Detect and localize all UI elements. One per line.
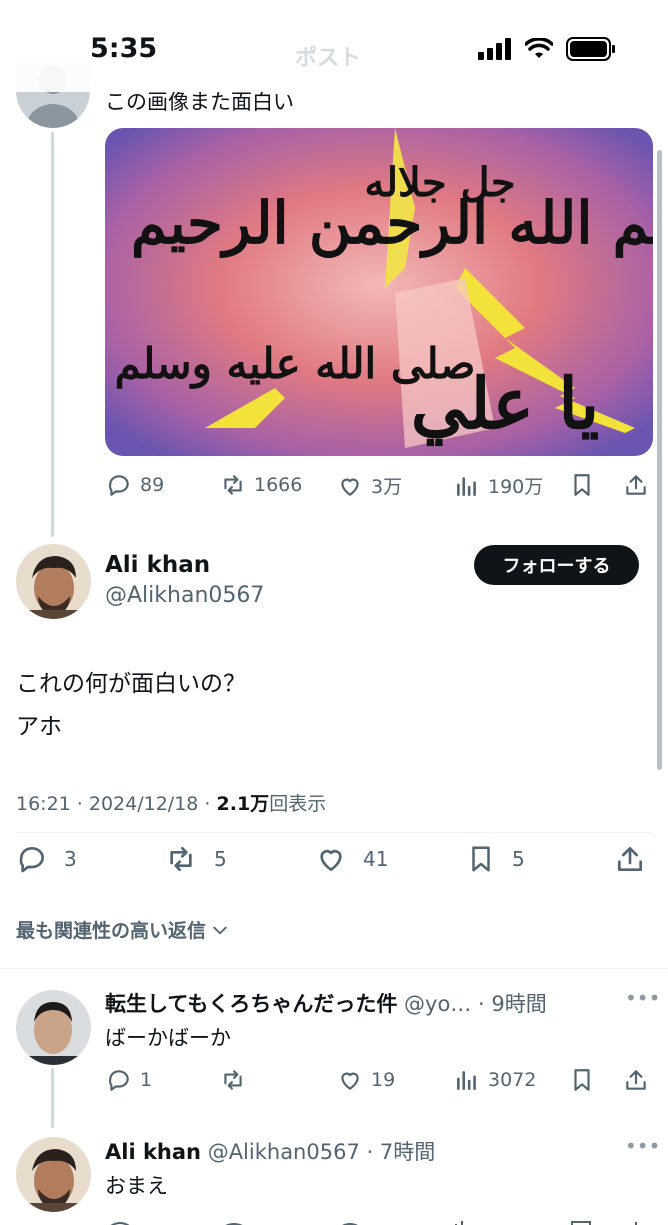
calligraphy-image: بسم الله الرحمن الرحيم جل جلاله صلى الله… xyxy=(105,128,653,456)
replies-sort-dropdown[interactable]: 最も関連性の高い返信 xyxy=(16,916,230,943)
reply1-author-name[interactable]: 転生してもくろちゃんだった件 xyxy=(105,992,397,1016)
parent-like-count: 3万 xyxy=(371,476,403,498)
main-share-action[interactable] xyxy=(614,843,646,875)
post-views-count: 2.1万 xyxy=(216,793,270,815)
reply1-views-count: 3072 xyxy=(488,1069,537,1091)
post-meta: 16:21 · 2024/12/18 · 2.1万回表示 xyxy=(16,789,326,816)
main-bookmark-count: 5 xyxy=(512,847,525,871)
parent-bookmark-action[interactable] xyxy=(569,472,595,498)
reply1-share-action[interactable] xyxy=(623,1067,649,1093)
bookmark-icon xyxy=(574,1069,590,1091)
avatar-photo xyxy=(16,990,91,1065)
follow-button[interactable]: フォローする xyxy=(474,545,639,585)
main-reply-action[interactable]: 3 xyxy=(16,843,77,875)
parent-views-count: 190万 xyxy=(488,476,544,498)
image-text-2: جل جلاله xyxy=(364,159,515,206)
scrollbar[interactable] xyxy=(657,150,662,770)
main-author-handle[interactable]: @Alikhan0567 xyxy=(105,583,264,608)
reply2-text: おまえ xyxy=(105,1174,168,1198)
main-author-avatar[interactable] xyxy=(16,544,91,619)
reply-icon xyxy=(108,475,129,496)
like-icon xyxy=(341,1072,359,1090)
main-repost-count: 5 xyxy=(214,847,227,871)
status-time: 5:35 xyxy=(90,33,158,64)
parent-share-action[interactable] xyxy=(623,472,649,498)
header-title: ポスト xyxy=(295,46,362,71)
share-icon xyxy=(618,847,642,871)
reply1-more-icon[interactable]: ••• xyxy=(625,986,660,1010)
reply2-time[interactable]: · 7時間 xyxy=(367,1140,436,1164)
share-icon xyxy=(626,1070,646,1090)
reply1-header: 転生してもくろちゃんだった件 @yo… · 9時間 xyxy=(105,988,547,1018)
avatar-photo xyxy=(16,1137,91,1212)
reply2-more-icon[interactable]: ••• xyxy=(625,1134,660,1158)
status-bar: 5:35 ポスト xyxy=(0,0,668,92)
signal-icon xyxy=(478,38,511,60)
wifi-icon xyxy=(525,38,553,58)
avatar-photo xyxy=(16,544,91,619)
reply1-avatar[interactable] xyxy=(16,990,91,1065)
repost-icon xyxy=(224,475,242,495)
main-like-action[interactable]: 41 xyxy=(315,843,388,875)
parent-views-action[interactable]: 190万 xyxy=(454,472,543,499)
reply-icon xyxy=(19,847,44,873)
reply1-time[interactable]: · 9時間 xyxy=(478,992,547,1016)
image-text-4: يا علي xyxy=(411,362,599,447)
reply1-repost-action[interactable] xyxy=(220,1067,254,1093)
main-author-name[interactable]: Ali khan xyxy=(105,552,210,578)
reply2-author-name[interactable]: Ali khan xyxy=(105,1140,201,1164)
chevron-down-icon xyxy=(213,926,227,934)
post-views-label: 回表示 xyxy=(269,793,327,815)
reply2-actions-partial xyxy=(0,1214,668,1225)
battery-icon xyxy=(566,37,615,61)
views-icon xyxy=(457,1071,476,1090)
share-icon xyxy=(626,475,646,495)
reply1-reply-count: 1 xyxy=(140,1069,153,1091)
bookmark-icon xyxy=(472,846,490,872)
main-post-text-line2: アホ xyxy=(16,714,62,740)
bookmark-icon xyxy=(574,474,590,496)
parent-reply-action[interactable]: 89 xyxy=(106,472,164,498)
replies-sort-label: 最も関連性の高い返信 xyxy=(16,920,207,942)
reply1-like-action[interactable]: 19 xyxy=(337,1067,395,1093)
parent-reply-count: 89 xyxy=(140,474,165,496)
reply2-header: Ali khan @Alikhan0567 · 7時間 xyxy=(105,1136,435,1166)
post-timestamp[interactable]: 16:21 · 2024/12/18 · xyxy=(16,793,217,815)
parent-repost-count: 1666 xyxy=(254,474,303,496)
parent-repost-action[interactable]: 1666 xyxy=(220,472,302,498)
divider xyxy=(0,968,668,969)
post-image[interactable]: بسم الله الرحمن الرحيم جل جلاله صلى الله… xyxy=(105,128,653,456)
thread-line xyxy=(51,1068,54,1128)
like-icon xyxy=(341,478,359,496)
reply1-reply-action[interactable]: 1 xyxy=(106,1067,152,1093)
reply-icon xyxy=(108,1070,129,1091)
views-icon xyxy=(457,476,476,496)
parent-like-action[interactable]: 3万 xyxy=(337,472,402,499)
reply2-handle[interactable]: @Alikhan0567 xyxy=(208,1140,360,1164)
reply1-views-action[interactable]: 3072 xyxy=(454,1067,536,1093)
main-reply-count: 3 xyxy=(64,847,77,871)
reply1-like-count: 19 xyxy=(371,1069,396,1091)
partial-icons xyxy=(110,1221,637,1225)
reply2-avatar[interactable] xyxy=(16,1137,91,1212)
like-icon xyxy=(320,849,342,871)
reply1-bookmark-action[interactable] xyxy=(569,1067,595,1093)
divider xyxy=(16,832,652,833)
reply1-handle[interactable]: @yo… xyxy=(404,992,471,1016)
main-repost-action[interactable]: 5 xyxy=(164,843,227,875)
main-like-count: 41 xyxy=(363,847,389,871)
repost-icon xyxy=(170,847,192,871)
thread-line xyxy=(51,132,54,537)
repost-icon xyxy=(224,1070,242,1090)
reply1-text: ばーかばーか xyxy=(105,1026,231,1050)
main-post-text-line1: これの何が面白いの？ xyxy=(16,671,246,697)
main-bookmark-action[interactable]: 5 xyxy=(466,843,525,875)
